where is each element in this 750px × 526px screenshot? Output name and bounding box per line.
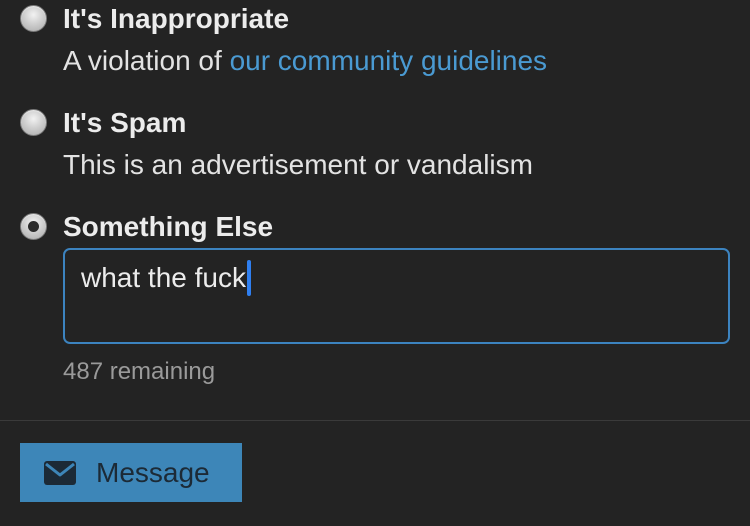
divider	[0, 420, 750, 421]
option-spam-title: It's Spam	[63, 107, 187, 138]
option-spam-desc: This is an advertisement or vandalism	[63, 149, 533, 180]
community-guidelines-link[interactable]: our community guidelines	[230, 45, 548, 76]
message-input[interactable]: what the fuck	[63, 248, 730, 344]
message-button-label: Message	[96, 456, 210, 488]
radio-spam[interactable]	[20, 109, 47, 136]
text-caret	[246, 260, 251, 296]
option-inappropriate-title: It's Inappropriate	[63, 3, 290, 34]
remaining-counter: 487 remaining	[63, 358, 216, 385]
radio-something-else[interactable]	[20, 213, 47, 240]
message-button[interactable]: Message	[20, 443, 242, 502]
flag-dialog: It's Inappropriate A violation of our co…	[0, 0, 750, 526]
option-something-else-title: Something Else	[63, 211, 274, 242]
message-input-value: what the fuck	[81, 262, 246, 293]
option-inappropriate-desc: A violation of our community guidelines	[63, 45, 547, 77]
envelope-icon	[44, 460, 76, 485]
option-inappropriate-desc-text: A violation of	[63, 45, 230, 76]
radio-inappropriate[interactable]	[20, 5, 47, 32]
